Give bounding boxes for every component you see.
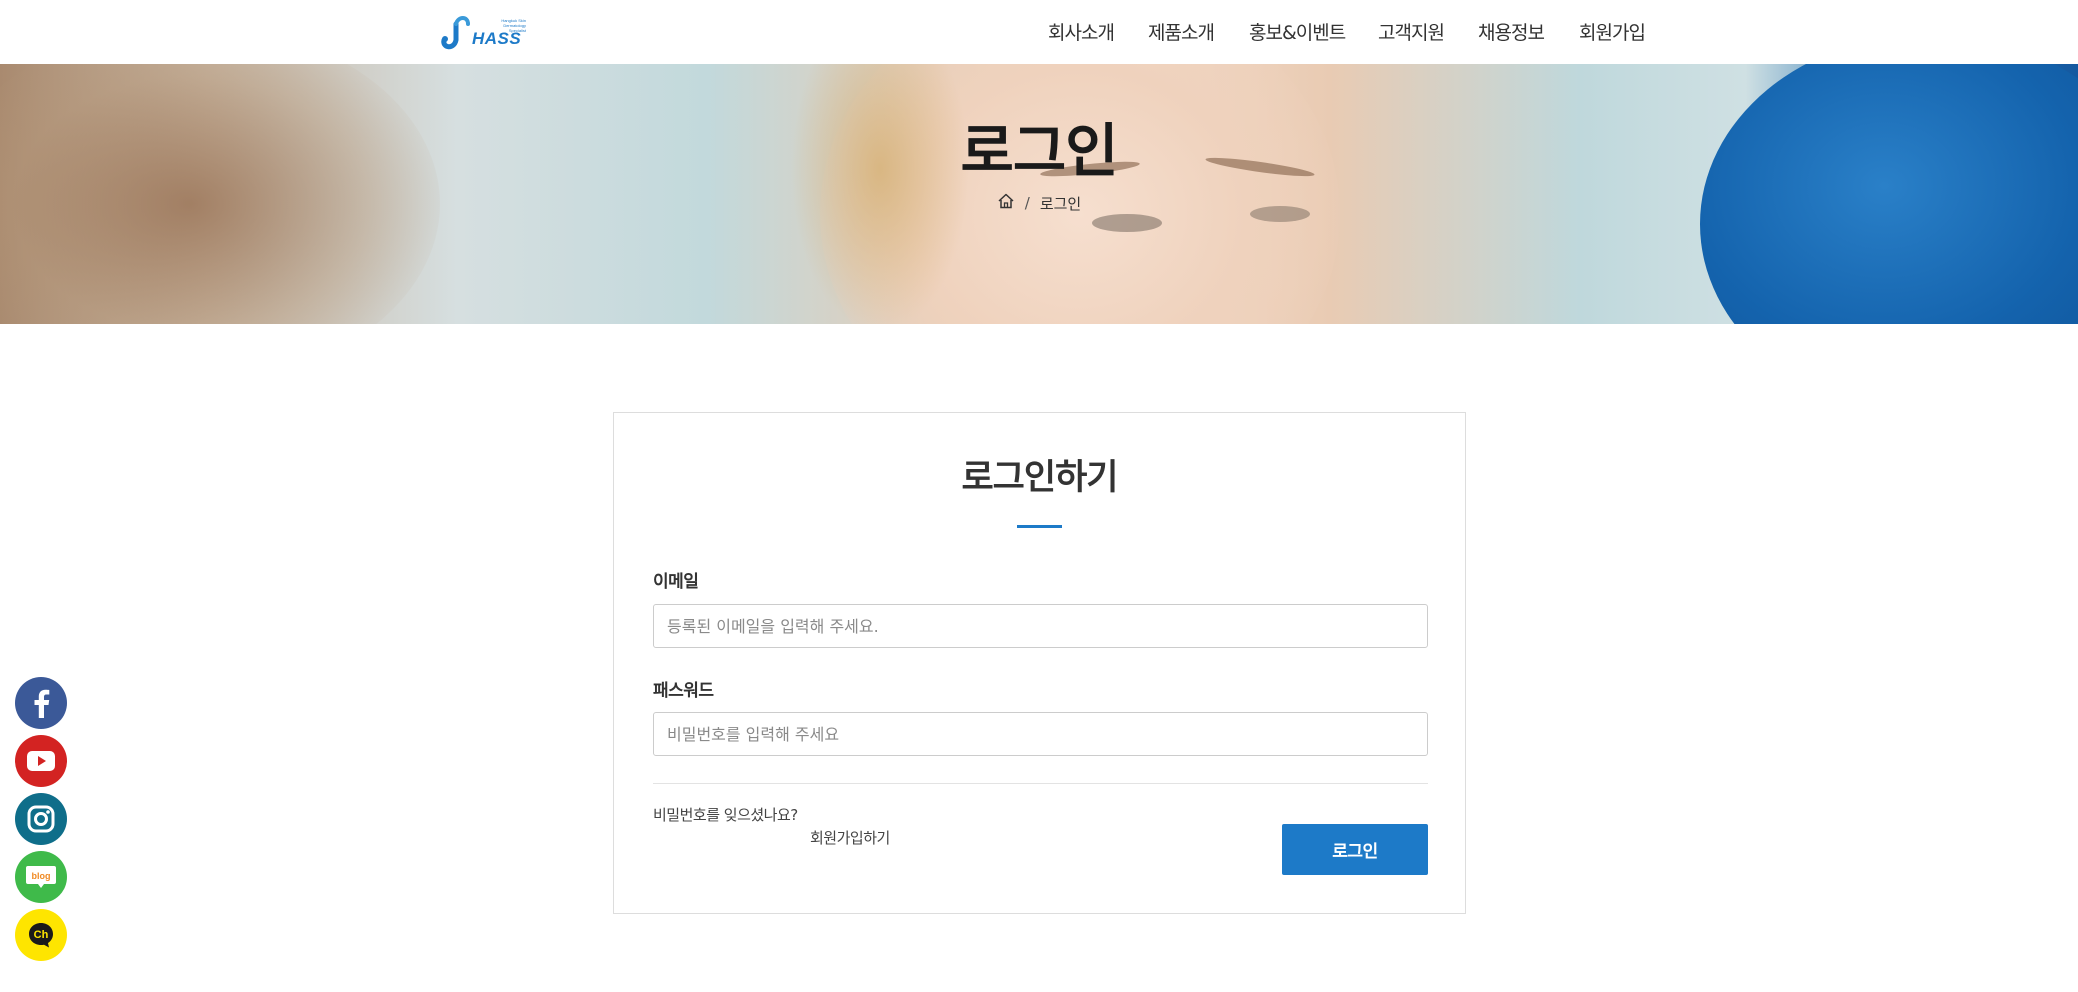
- title-underline: [1017, 525, 1062, 528]
- signup-link[interactable]: 회원가입하기: [810, 827, 890, 848]
- kakao-channel-label: Ch: [34, 929, 49, 941]
- password-label: 패스워드: [653, 681, 714, 701]
- nav-item-recruitment[interactable]: 채용정보: [1478, 18, 1545, 45]
- nav-item-customer-support[interactable]: 고객지원: [1378, 18, 1445, 45]
- nav-item-products[interactable]: 제품소개: [1148, 18, 1215, 45]
- kakao-channel-icon[interactable]: Ch: [15, 909, 67, 961]
- logo-text: HASS: [472, 29, 522, 48]
- nav-item-promotion-event[interactable]: 홍보&이벤트: [1249, 18, 1346, 45]
- logo[interactable]: Hangkuk Skin Dermatology Specialist HASS: [438, 14, 526, 50]
- breadcrumb: / 로그인: [0, 192, 2078, 214]
- email-field[interactable]: [653, 604, 1428, 648]
- instagram-icon[interactable]: [15, 793, 67, 845]
- site-header: Hangkuk Skin Dermatology Specialist HASS…: [0, 0, 2078, 64]
- login-card: 로그인하기 이메일 패스워드 비밀번호를 잊으셨나요? 회원가입하기 로그인: [613, 412, 1466, 914]
- page-title: 로그인: [960, 117, 1118, 185]
- breadcrumb-current: 로그인: [1039, 194, 1082, 213]
- nav-item-company[interactable]: 회사소개: [1048, 18, 1115, 45]
- login-button[interactable]: 로그인: [1282, 824, 1428, 875]
- blog-icon[interactable]: blog: [15, 851, 67, 903]
- facebook-icon[interactable]: [15, 677, 67, 729]
- youtube-icon[interactable]: [15, 735, 67, 787]
- hero-background-shape: [1092, 214, 1162, 232]
- login-title: 로그인하기: [961, 458, 1118, 498]
- blog-icon-label: blog: [32, 871, 51, 881]
- home-icon[interactable]: [997, 192, 1015, 214]
- email-label: 이메일: [653, 572, 699, 592]
- breadcrumb-separator: /: [1024, 194, 1030, 212]
- hero-banner: 로그인 / 로그인: [0, 64, 2078, 324]
- nav-item-signup[interactable]: 회원가입: [1579, 18, 1646, 45]
- forgot-password-link[interactable]: 비밀번호를 잊으셨나요?: [653, 804, 798, 825]
- form-divider: [653, 783, 1428, 784]
- password-field[interactable]: [653, 712, 1428, 756]
